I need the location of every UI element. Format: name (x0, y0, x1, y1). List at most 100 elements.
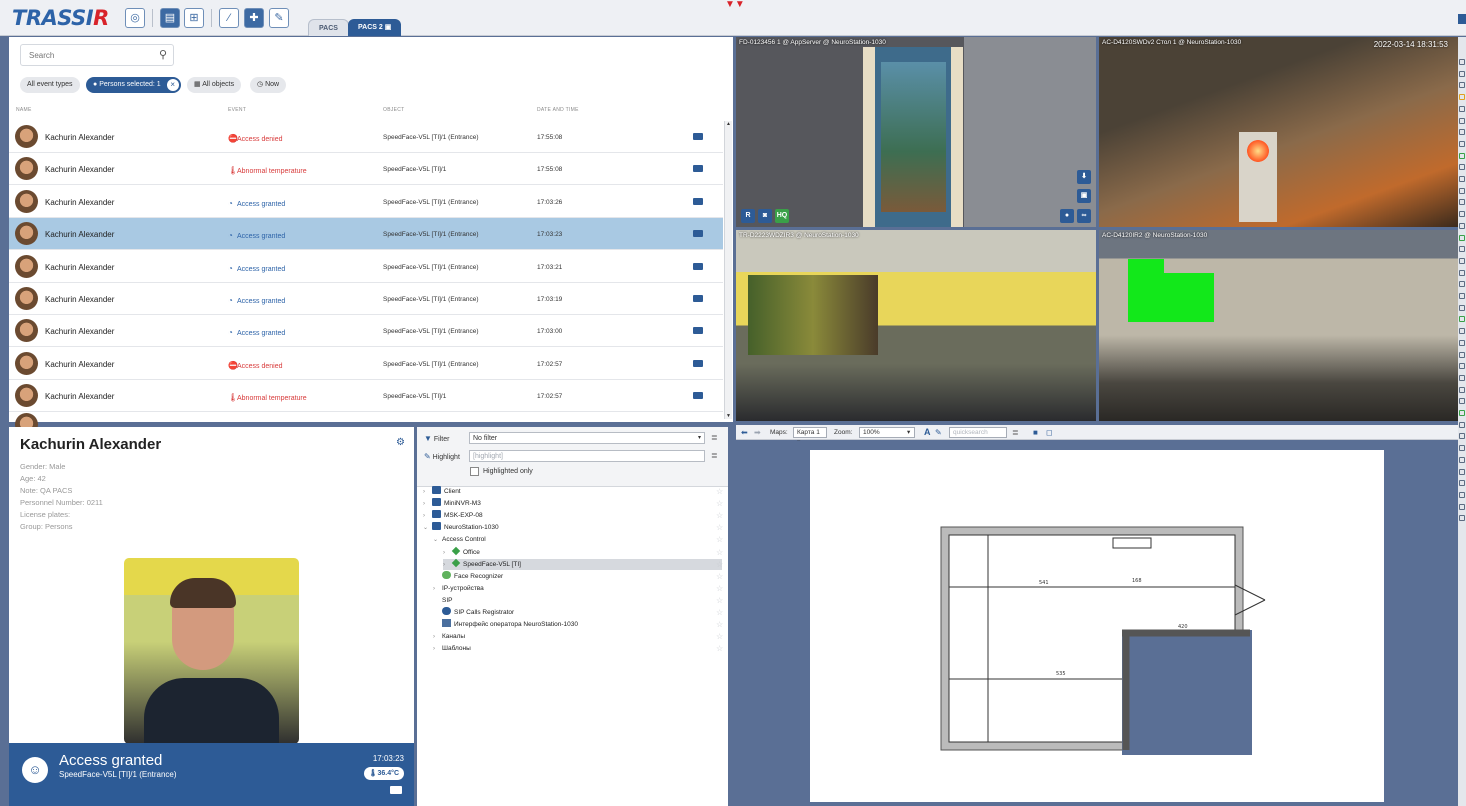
tree-node[interactable]: SIP Calls Registrator (433, 607, 514, 618)
back-icon[interactable]: ⬅ (741, 428, 748, 437)
column-header-event[interactable]: EVENT (228, 107, 246, 113)
star-icon[interactable]: ☆ (716, 559, 723, 570)
status-indicator-icon[interactable] (1459, 316, 1465, 323)
video-camera-icon[interactable] (693, 392, 703, 400)
video-camera-icon[interactable] (693, 327, 703, 335)
status-indicator-icon[interactable] (1459, 211, 1465, 218)
tree-node[interactable]: ⌄ Access Control (433, 534, 486, 545)
scroll-down-icon[interactable]: ▼ (726, 413, 731, 419)
tree-node[interactable]: Face Recognizer (433, 570, 503, 582)
column-header-name[interactable]: NAME (16, 107, 32, 113)
video-camera-icon[interactable] (693, 165, 703, 173)
tree-node[interactable]: ⌄ NeuroStation-1030 (423, 522, 499, 533)
status-indicator-icon[interactable] (1459, 281, 1465, 288)
video-camera-icon[interactable] (693, 197, 703, 205)
table-row[interactable]: Kachurin Alexander ◔ Access granted SpeedFa… (9, 251, 723, 283)
status-indicator-icon[interactable] (1459, 222, 1465, 229)
chevron-icon[interactable]: › (433, 584, 442, 595)
table-row[interactable]: Kachurin Alexander ◔ Access granted SpeedFa… (9, 186, 723, 218)
star-icon[interactable]: ☆ (716, 534, 723, 545)
status-indicator-icon[interactable] (1459, 246, 1465, 253)
zoom-dropdown-icon[interactable]: ▾ (907, 427, 910, 438)
status-indicator-icon[interactable] (1459, 386, 1465, 393)
camera-view-2[interactable]: AC-D4120SWDv2 Стол 1 @ NeuroStation-1030… (1099, 37, 1458, 227)
tree-node[interactable]: › SpeedFace-V5L [TI] (443, 558, 722, 571)
star-icon[interactable]: ☆ (716, 522, 723, 533)
table-row[interactable]: Kachurin Alexander ◔ Access granted SpeedFa… (9, 218, 723, 251)
ptz-icon[interactable]: ∞ (1077, 209, 1091, 223)
column-header-object[interactable]: OBJECT (383, 107, 405, 113)
status-indicator-icon[interactable] (1459, 304, 1465, 311)
status-indicator-icon[interactable] (1459, 140, 1465, 147)
tree-node[interactable]: Интерфейс оператора NeuroStation-1030 (433, 619, 578, 630)
chevron-icon[interactable]: ⌄ (423, 523, 432, 534)
star-icon[interactable]: ☆ (716, 619, 723, 630)
star-icon[interactable]: ☆ (716, 583, 723, 594)
filter-persons-selected[interactable]: ● Persons selected: 1 × (86, 77, 181, 93)
tree-node[interactable]: SIP (433, 595, 452, 606)
status-indicator-icon[interactable] (1459, 176, 1465, 182)
filter-now[interactable]: ◷ Now (250, 77, 287, 93)
column-header-datetime[interactable]: DATE AND TIME (537, 107, 579, 113)
status-indicator-icon[interactable] (1459, 433, 1465, 440)
download-icon[interactable]: ⬇ (1077, 170, 1091, 184)
list-icon[interactable]: ≣ (1012, 428, 1019, 437)
tree-node[interactable]: › MiniNVR-M3 (423, 498, 481, 509)
chevron-icon[interactable]: › (423, 511, 432, 522)
map-select[interactable]: Карта 1 ▾ (793, 427, 827, 446)
archive-icon[interactable]: ▣ (1077, 189, 1091, 203)
chevron-icon[interactable]: ⌄ (433, 535, 442, 546)
table-row[interactable]: Kachurin Alexander ◔ Access granted SpeedFa… (9, 315, 723, 348)
status-indicator-icon[interactable] (1459, 187, 1465, 194)
status-indicator-icon[interactable] (1459, 257, 1465, 264)
font-icon[interactable]: A (924, 427, 931, 438)
table-row[interactable]: Kachurin Alexander ◔ Access granted SpeedFa… (9, 283, 723, 315)
status-indicator-icon[interactable] (1459, 421, 1465, 428)
status-indicator-icon[interactable] (1459, 503, 1465, 510)
status-indicator-icon[interactable] (1459, 515, 1465, 522)
tree-node[interactable]: › Каналы (433, 631, 465, 642)
status-indicator-icon[interactable] (1459, 105, 1465, 112)
status-indicator-icon[interactable] (1459, 117, 1465, 124)
camera-icon[interactable] (390, 786, 402, 794)
chevron-icon[interactable]: › (443, 560, 452, 571)
edit-icon[interactable]: ✎ (269, 8, 289, 28)
video-camera-icon[interactable] (693, 230, 703, 238)
status-indicator-icon[interactable] (1459, 410, 1465, 416)
status-indicator-icon[interactable] (1459, 445, 1465, 452)
status-indicator-icon[interactable] (1459, 234, 1465, 241)
events-scrollbar[interactable]: ▲ ▼ (724, 121, 732, 419)
filter-select[interactable]: No filter ▾ (469, 432, 705, 444)
search-box[interactable]: ⚲ (20, 44, 174, 66)
chevron-icon[interactable]: › (433, 632, 442, 643)
video-camera-icon[interactable]: ■ (1033, 428, 1038, 437)
status-indicator-icon[interactable] (1459, 70, 1465, 77)
search-input[interactable] (21, 45, 141, 65)
status-indicator-icon[interactable] (1459, 398, 1465, 405)
video-camera-icon[interactable] (693, 359, 703, 367)
collapse-arrows-icon[interactable]: ▼▼ (725, 0, 745, 10)
tree-node[interactable]: › IP-устройства (433, 583, 484, 594)
highlighted-only-checkbox[interactable] (470, 467, 479, 476)
search-icon[interactable]: ⚲ (159, 48, 167, 61)
table-row-partial[interactable] (9, 409, 723, 436)
pen-icon[interactable]: ✎ (935, 428, 942, 437)
filter-all-objects[interactable]: ▦ All objects (187, 77, 242, 93)
status-indicator-icon[interactable] (1459, 480, 1465, 487)
tab-pacs[interactable]: PACS (308, 19, 349, 36)
record-button[interactable]: R (741, 209, 755, 223)
star-icon[interactable]: ☆ (716, 571, 723, 582)
star-icon[interactable]: ☆ (716, 607, 723, 618)
tree-node[interactable]: › Office (443, 546, 480, 558)
video-camera-icon[interactable] (693, 262, 703, 270)
video-camera-icon[interactable] (693, 133, 703, 140)
table-row[interactable]: Kachurin Alexander ⛔Access denied SpeedFac… (9, 121, 723, 153)
camera-view-3[interactable]: TR-D2223WDZIR3 @ NeuroStation-1030 (736, 230, 1096, 421)
forward-icon[interactable]: ➡ (754, 428, 761, 437)
layout-icon[interactable]: ⊞ (184, 8, 204, 28)
status-indicator-icon[interactable] (1459, 456, 1465, 463)
status-indicator-icon[interactable] (1459, 269, 1465, 276)
highlight-input[interactable]: [highlight] (469, 450, 705, 462)
video-icon[interactable]: ◎ (125, 8, 145, 28)
status-indicator-icon[interactable] (1459, 339, 1465, 346)
